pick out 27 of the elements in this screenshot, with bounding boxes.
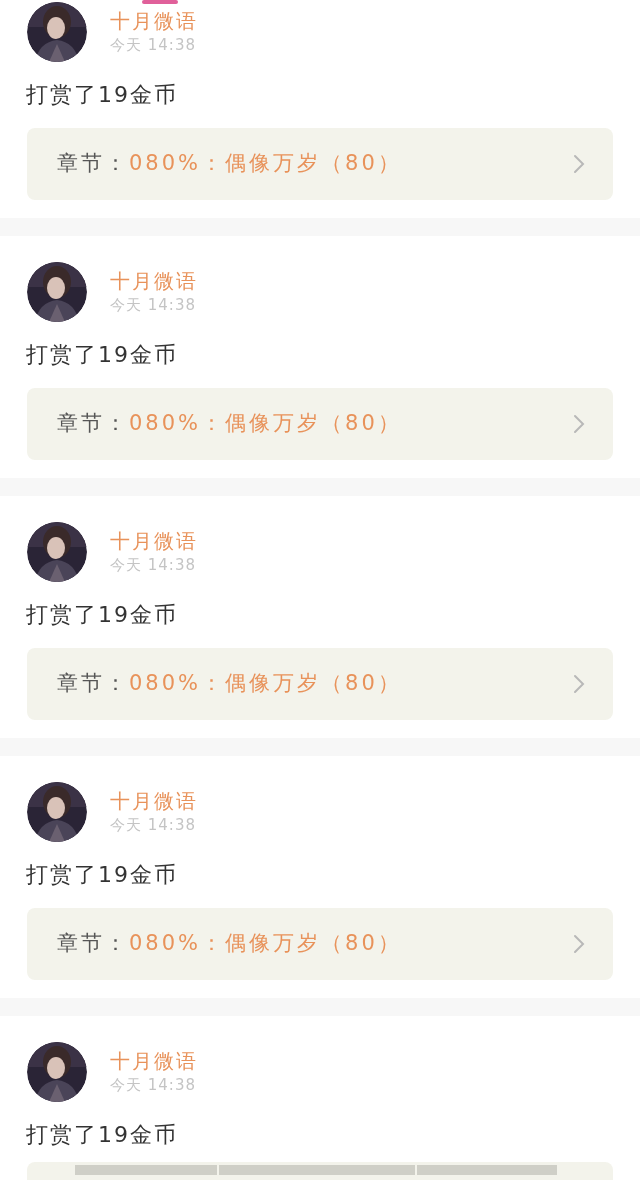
chapter-label: 章节：: [57, 410, 129, 438]
chapter-link[interactable]: 章节：080%：偶像万岁（80）: [27, 648, 613, 720]
chapter-title: 080%：偶像万岁（80）: [129, 670, 402, 698]
chapter-link[interactable]: 章节：080%：偶像万岁（80）: [27, 908, 613, 980]
chapter-label: 章节：: [57, 670, 129, 698]
chapter-title: 080%：偶像万岁（80）: [129, 930, 402, 958]
timestamp: 今天 14:38: [110, 815, 197, 836]
chapter-title: 080%：偶像万岁（80）: [129, 150, 402, 178]
reward-message: 打赏了19金币: [26, 1120, 178, 1149]
reward-message: 打赏了19金币: [26, 860, 178, 889]
user-name[interactable]: 十月微语: [110, 8, 198, 34]
timestamp: 今天 14:38: [110, 295, 197, 316]
reward-message: 打赏了19金币: [26, 80, 178, 109]
reward-message: 打赏了19金币: [26, 340, 178, 369]
chapter-label: 章节：: [57, 930, 129, 958]
user-name[interactable]: 十月微语: [110, 1048, 198, 1074]
timestamp: 今天 14:38: [110, 35, 197, 56]
chapter-link[interactable]: 章节：080%：偶像万岁（80）: [27, 128, 613, 200]
timestamp: 今天 14:38: [110, 555, 197, 576]
user-name[interactable]: 十月微语: [110, 788, 198, 814]
user-name[interactable]: 十月微语: [110, 268, 198, 294]
user-name[interactable]: 十月微语: [110, 528, 198, 554]
chapter-label: 章节：: [57, 150, 129, 178]
reward-message: 打赏了19金币: [26, 600, 178, 629]
timestamp: 今天 14:38: [110, 1075, 197, 1096]
chapter-link[interactable]: 章节：080%：偶像万岁（80）: [27, 388, 613, 460]
chapter-title: 080%：偶像万岁（80）: [129, 410, 402, 438]
